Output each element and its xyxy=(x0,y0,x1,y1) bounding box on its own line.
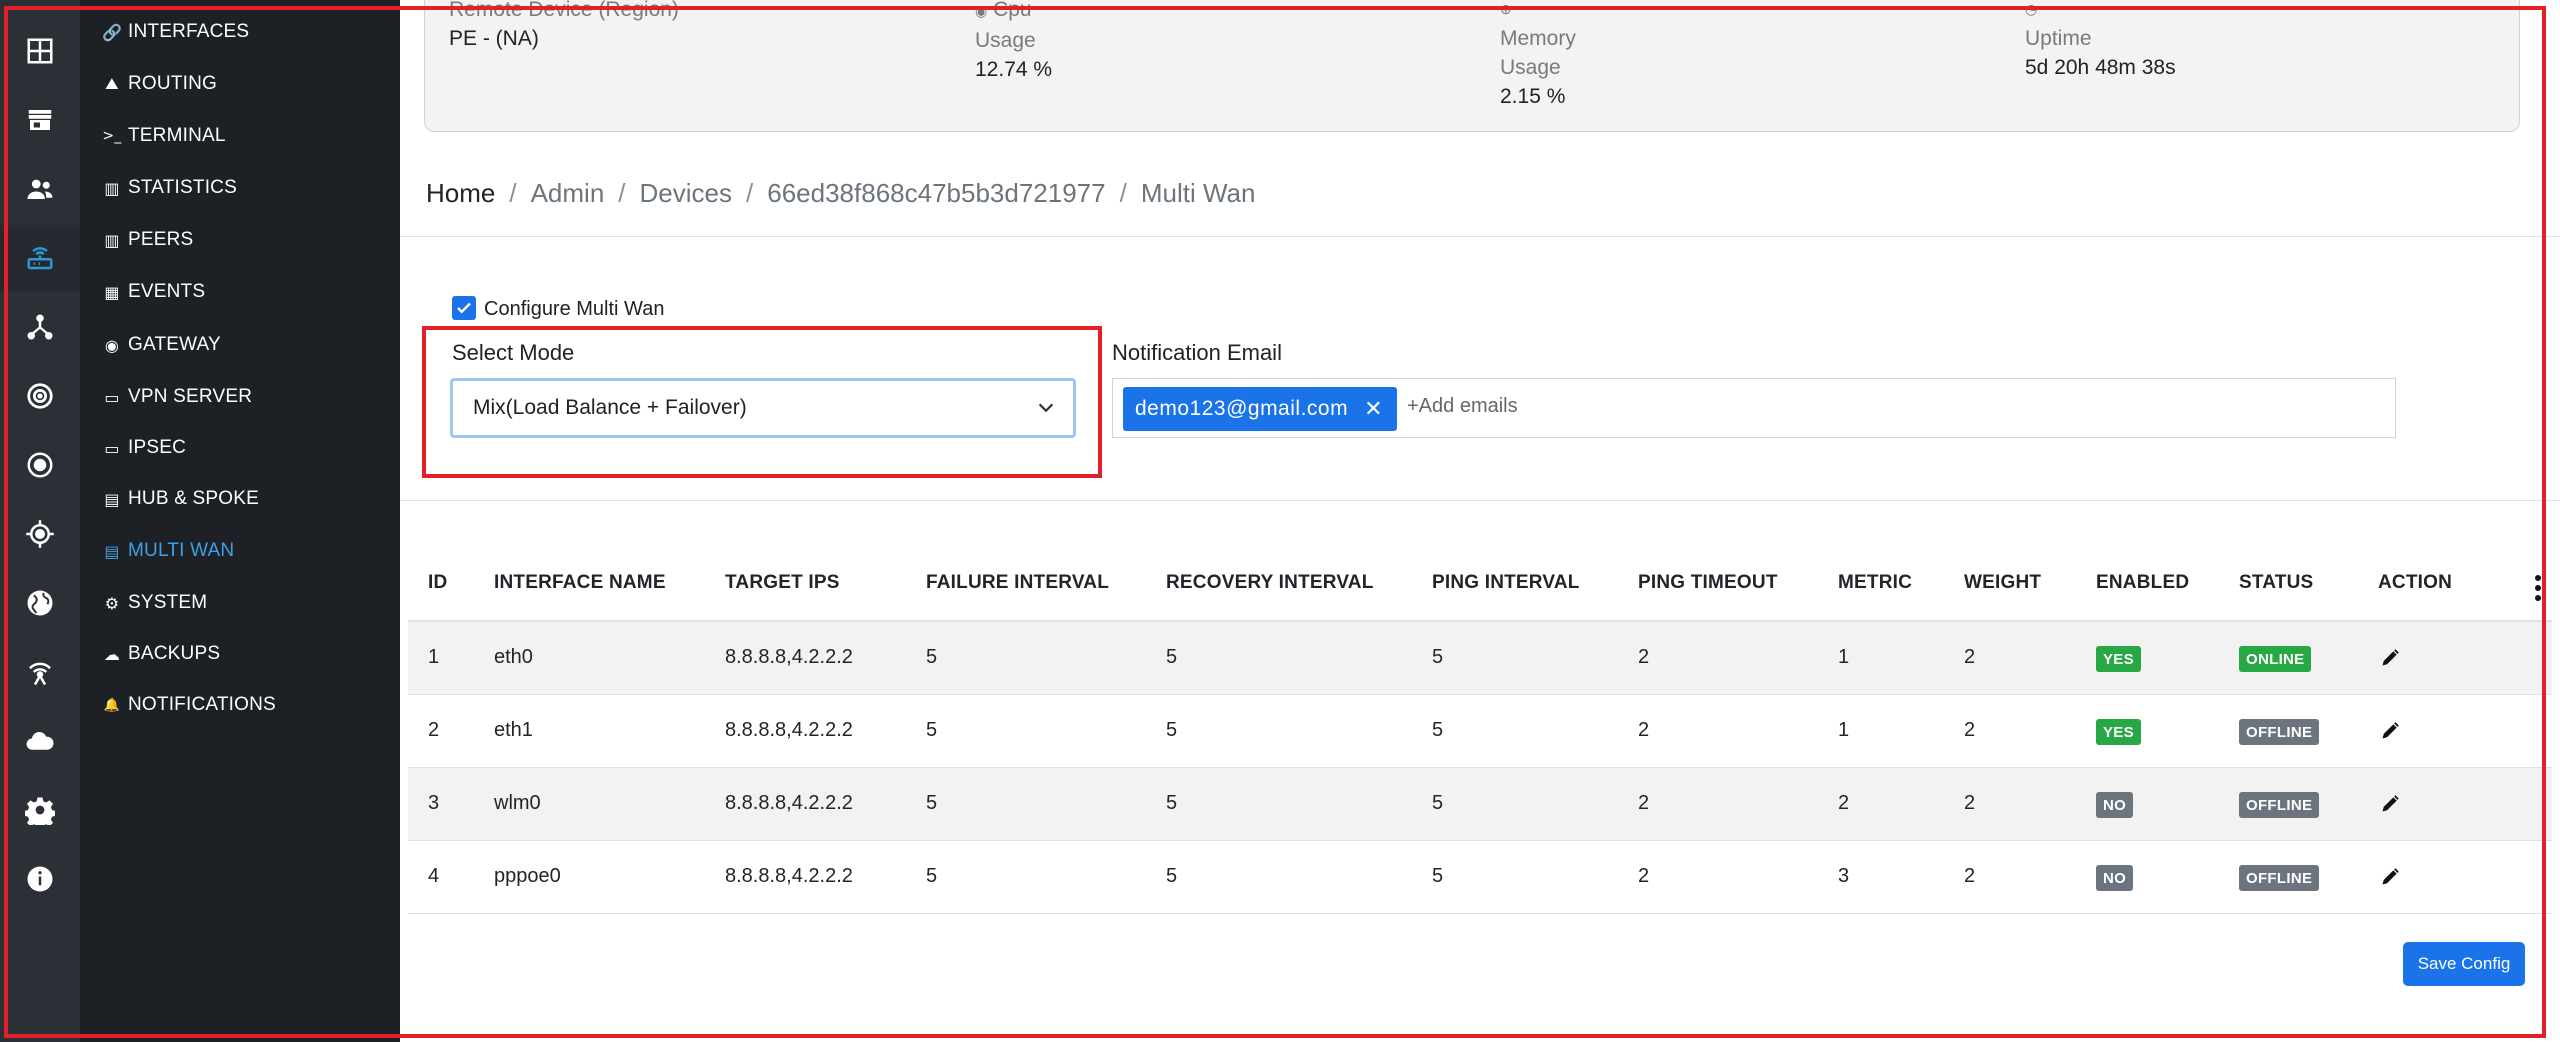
app-frame: 🔗 INTERFACES ⛰ ROUTING >_ TERMINAL ▥ STATIST… xyxy=(0,0,2560,1042)
highlight-frame xyxy=(4,6,2546,1038)
